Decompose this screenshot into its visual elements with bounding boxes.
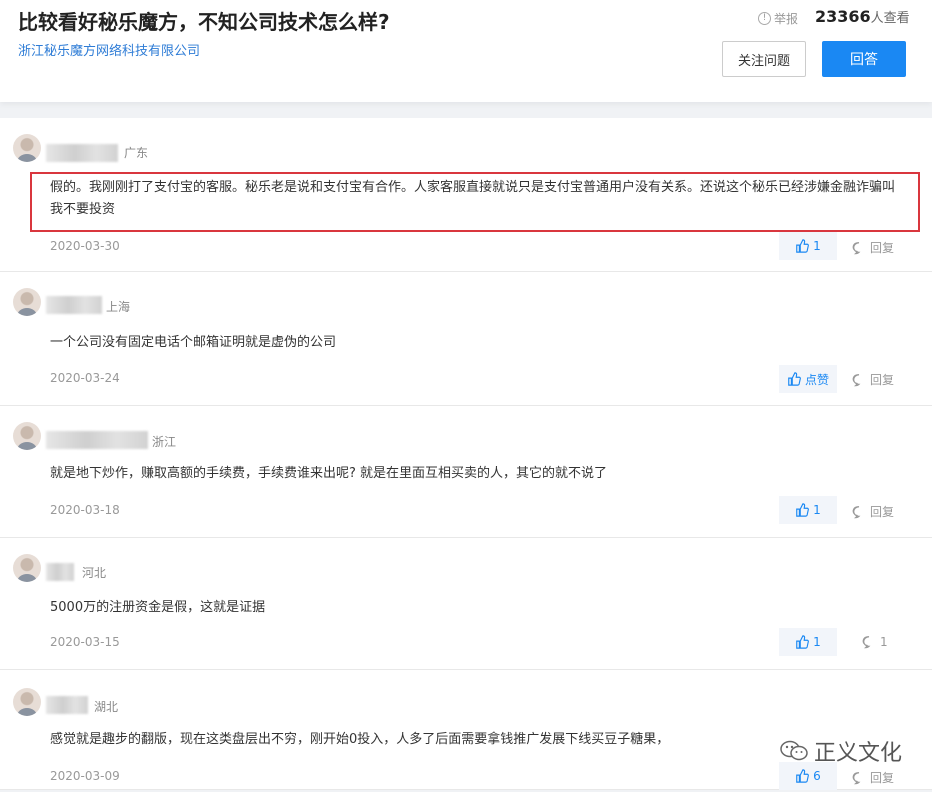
- comment-item: 上海 一个公司没有固定电话个邮箱证明就是虚伪的公司 2020-03-24 点赞 …: [0, 272, 932, 406]
- wechat-icon: [780, 740, 808, 761]
- username-blurred: [46, 144, 118, 162]
- answer-button[interactable]: 回答: [822, 41, 906, 77]
- like-count: 1: [813, 239, 821, 253]
- comment-text: 5000万的注册资金是假，这就是证据: [50, 600, 266, 615]
- comment-bubble-icon: [862, 636, 871, 649]
- thumbs-up-icon: [796, 503, 810, 517]
- avatar: [13, 288, 41, 316]
- comment-location: 上海: [106, 300, 131, 314]
- comment-text: 感觉就是趣步的翻版，现在这类盘层出不穷，刚开始0投入，人多了后面需要拿钱推广发展…: [50, 732, 670, 747]
- report-label: 举报: [774, 12, 799, 26]
- comment-location: 湖北: [94, 700, 119, 714]
- thumbs-up-icon: [796, 635, 810, 649]
- username-blurred: [46, 431, 148, 449]
- warning-icon: !: [758, 12, 771, 25]
- like-count: 6: [813, 769, 821, 783]
- comment-date: 2020-03-24: [50, 371, 120, 385]
- avatar: [13, 422, 41, 450]
- question-header: 比较看好秘乐魔方，不知公司技术怎么样? 浙江秘乐魔方网络科技有限公司 ! 举报 …: [0, 0, 932, 102]
- comment-text: 假的。我刚刚打了支付宝的客服。秘乐老是说和支付宝有合作。人家客服直接就说只是支付…: [50, 180, 896, 217]
- company-link[interactable]: 浙江秘乐魔方网络科技有限公司: [18, 40, 200, 59]
- avatar: [13, 554, 41, 582]
- report-link[interactable]: ! 举报: [758, 10, 798, 27]
- like-button[interactable]: 1: [779, 628, 837, 656]
- comment-location: 河北: [82, 566, 107, 580]
- like-button[interactable]: 1: [779, 496, 837, 524]
- comment-list: 广东 假的。我刚刚打了支付宝的客服。秘乐老是说和支付宝有合作。人家客服直接就说只…: [0, 118, 932, 790]
- comment-bubble-icon: [852, 505, 861, 518]
- like-button[interactable]: 点赞: [779, 365, 837, 393]
- comment-item: 河北 5000万的注册资金是假，这就是证据 2020-03-15 1 1: [0, 538, 932, 670]
- username-blurred: [46, 696, 88, 714]
- comment-text: 就是地下炒作，赚取高额的手续费，手续费谁来出呢? 就是在里面互相买卖的人，其它的…: [50, 466, 608, 481]
- reply-label: 回复: [870, 771, 895, 785]
- reply-button[interactable]: 1: [862, 635, 888, 649]
- like-label: 点赞: [804, 372, 829, 387]
- watermark-text: 正义文化: [814, 741, 903, 766]
- like-count: 1: [813, 635, 821, 649]
- like-button[interactable]: 1: [779, 232, 837, 260]
- comment-date: 2020-03-30: [50, 239, 120, 253]
- username-blurred: [46, 296, 102, 314]
- comment-date: 2020-03-09: [50, 769, 120, 783]
- reply-button[interactable]: 回复: [852, 239, 894, 256]
- avatar: [13, 134, 41, 162]
- reply-label: 回复: [870, 373, 895, 387]
- username-blurred: [46, 563, 74, 581]
- like-count: 1: [813, 503, 821, 517]
- comment-location: 浙江: [152, 435, 177, 449]
- comment-bubble-icon: [852, 241, 861, 254]
- view-count-number: 23366: [815, 7, 871, 26]
- reply-button[interactable]: 回复: [852, 503, 894, 520]
- comment-bubble-icon: [852, 771, 861, 784]
- question-title: 比较看好秘乐魔方，不知公司技术怎么样?: [18, 10, 390, 34]
- thumbs-up-icon: [796, 239, 810, 253]
- comment-location: 广东: [124, 146, 149, 160]
- watermark: 正义文化: [780, 735, 902, 767]
- comment-date: 2020-03-18: [50, 503, 120, 517]
- thumbs-up-icon: [788, 372, 801, 386]
- reply-label: 回复: [870, 241, 895, 255]
- view-count-suffix: 人查看: [870, 11, 910, 26]
- reply-label: 回复: [870, 505, 895, 519]
- reply-button[interactable]: 回复: [852, 371, 894, 388]
- comment-text: 一个公司没有固定电话个邮箱证明就是虚伪的公司: [50, 335, 337, 350]
- thumbs-up-icon: [796, 769, 810, 783]
- comment-date: 2020-03-15: [50, 635, 120, 649]
- comment-item: 广东 假的。我刚刚打了支付宝的客服。秘乐老是说和支付宝有合作。人家客服直接就说只…: [0, 118, 932, 272]
- comment-item: 湖北 感觉就是趣步的翻版，现在这类盘层出不穷，刚开始0投入，人多了后面需要拿钱推…: [0, 670, 932, 790]
- view-count: 23366人查看: [815, 7, 910, 26]
- reply-count: 1: [880, 635, 888, 649]
- follow-question-button[interactable]: 关注问题: [722, 41, 806, 77]
- comment-bubble-icon: [852, 373, 861, 386]
- comment-item: 浙江 就是地下炒作，赚取高额的手续费，手续费谁来出呢? 就是在里面互相买卖的人，…: [0, 406, 932, 538]
- avatar: [13, 688, 41, 716]
- reply-button[interactable]: 回复: [852, 769, 894, 786]
